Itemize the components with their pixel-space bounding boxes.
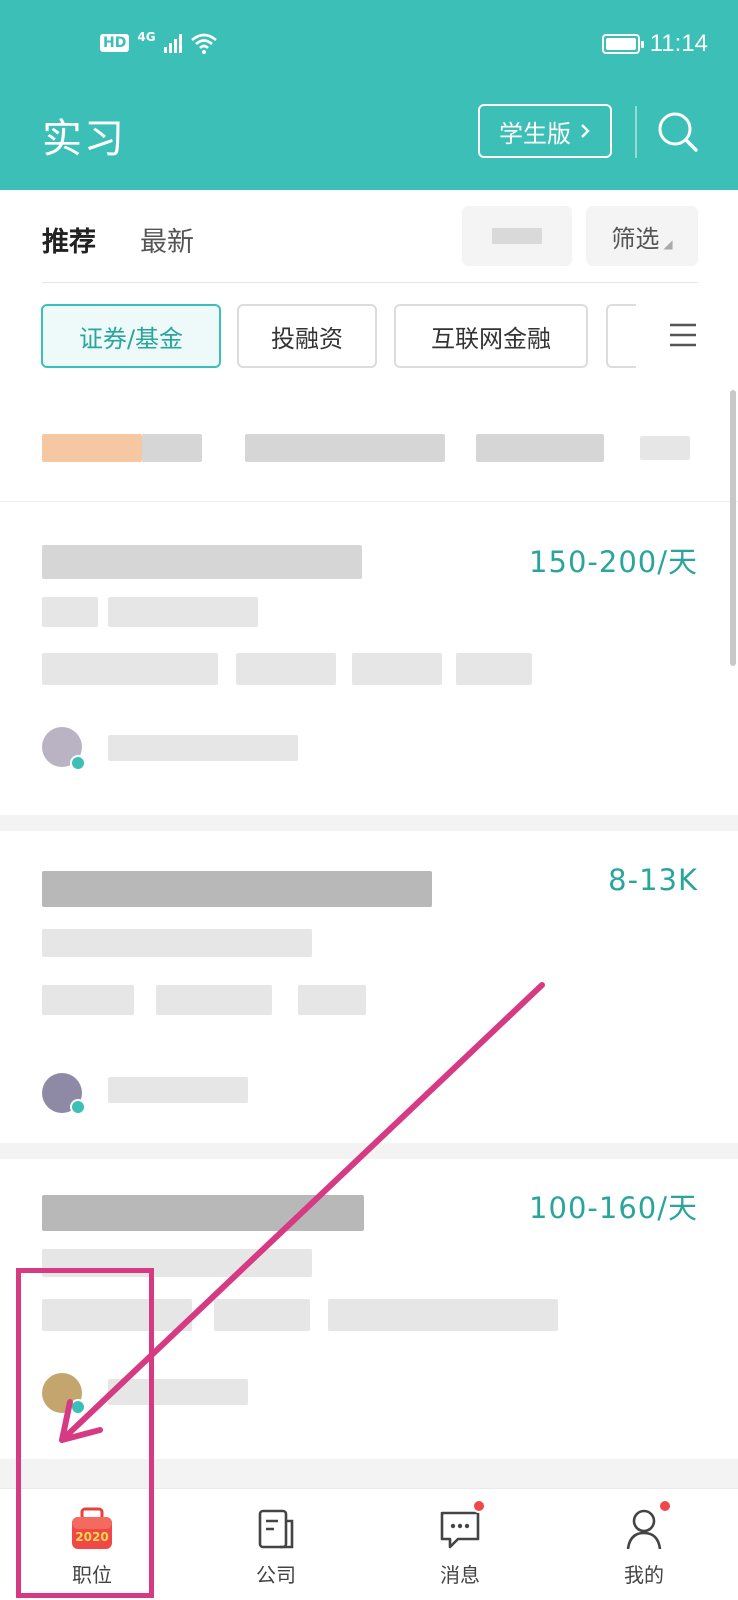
job-salary: 100-160/天 [529,1191,698,1225]
battery-icon [601,34,644,54]
notification-dot [658,1499,672,1513]
category-chip[interactable]: 投融资 [237,304,377,368]
hd-indicator: HD [100,34,130,52]
caret-down-icon: ◢ [663,237,673,251]
nav-item-messages[interactable]: 消息 [368,1489,552,1600]
profile-icon [620,1499,672,1553]
nav-item-profile[interactable]: 我的 [552,1489,736,1600]
feed-tabs: 推荐 最新 筛选 ◢ [0,190,738,285]
tab-recommended[interactable]: 推荐 [42,220,96,259]
header-divider [635,106,637,158]
signal-icon [163,33,182,53]
card-separator [0,1143,738,1159]
nav-label: 公司 [256,1563,296,1587]
notification-dot [472,1499,486,1513]
job-salary: 8-13K [608,863,698,897]
message-icon [436,1499,486,1553]
tab-latest[interactable]: 最新 [140,220,194,259]
job-card[interactable]: 150-200/天 [0,503,738,815]
network-type: 4G [137,30,156,44]
category-chip-partial[interactable] [606,304,636,368]
chevron-right-icon [581,124,590,138]
nav-item-company[interactable]: 公司 [184,1489,368,1600]
page-title: 实习 [42,116,126,162]
scrollbar[interactable] [730,390,736,666]
category-chip[interactable]: 证券/基金 [41,304,221,368]
location-selector[interactable] [462,206,572,266]
filter-label: 筛选 [611,224,660,253]
app-header: HD 4G 11:14 实习 学生版 [0,0,738,190]
search-icon[interactable] [656,110,700,154]
nav-label: 消息 [440,1563,480,1587]
wifi-icon [190,33,217,54]
divider [42,282,698,283]
student-version-button[interactable]: 学生版 [478,104,612,158]
verified-badge-icon [70,755,86,771]
notice-banner[interactable] [0,400,738,502]
category-chips: 证券/基金 投融资 互联网金融 [0,302,738,372]
card-separator [0,815,738,831]
job-card[interactable]: 8-13K [0,831,738,1143]
job-salary: 150-200/天 [529,545,698,579]
category-chip[interactable]: 互联网金融 [394,304,588,368]
verified-badge-icon [70,1099,86,1115]
company-icon [252,1505,300,1553]
student-version-label: 学生版 [499,119,571,148]
status-right: 11:14 [601,30,708,58]
filter-button[interactable]: 筛选 ◢ [586,206,698,266]
status-left: HD 4G [100,30,218,54]
annotation-highlight-box [16,1268,154,1598]
status-bar: HD 4G 11:14 [0,0,738,90]
nav-label: 我的 [624,1563,664,1587]
menu-icon[interactable] [668,320,698,350]
app-screen: HD 4G 11:14 实习 学生版 推荐 最新 筛选 ◢ 证券/基金 投融资 … [0,0,738,1600]
clock: 11:14 [649,30,708,57]
